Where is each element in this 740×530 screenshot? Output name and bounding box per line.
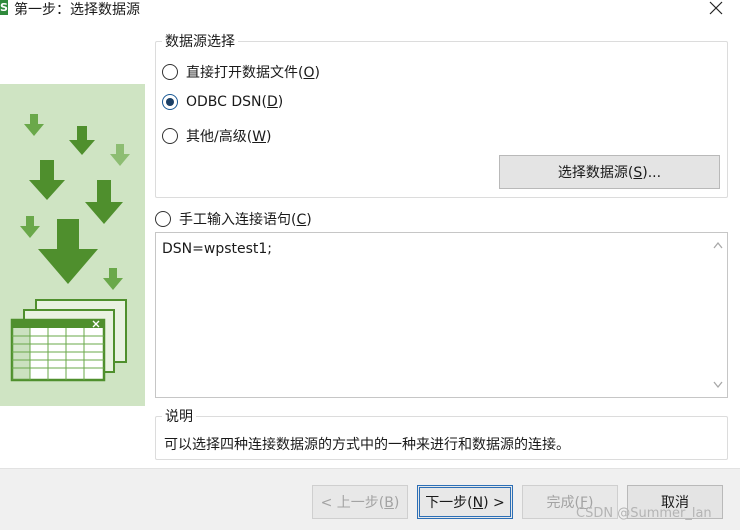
window-title: 第一步：选择数据源 [14, 2, 140, 18]
connection-string-textarea[interactable]: DSN=wpstest1; [155, 232, 728, 398]
radio-odbc-dsn[interactable]: ODBC DSN(D) [162, 94, 283, 110]
watermark: CSDN @Summer_lan [576, 506, 712, 521]
arrow-down-icon [24, 114, 44, 136]
arrow-down-icon [69, 126, 95, 155]
radio-other-advanced-label: 其他/高级(W) [186, 129, 272, 145]
next-button-label: 下一步(N) > [425, 495, 505, 511]
back-button[interactable]: < 上一步(B) [312, 485, 408, 519]
select-datasource-label: 选择数据源(S)... [557, 165, 662, 181]
connection-string-text[interactable]: DSN=wpstest1; [162, 241, 272, 257]
scroll-up-icon[interactable] [713, 241, 723, 249]
spreadsheet-icon [10, 299, 127, 382]
radio-odbc-dsn-label: ODBC DSN(D) [186, 94, 284, 110]
close-button[interactable] [704, 0, 728, 16]
radio-button-odbc-dsn[interactable] [162, 94, 178, 110]
description-groupbox: 说明 可以选择四种连接数据源的方式中的一种来进行和数据源的连接。 [155, 406, 728, 460]
radio-open-file[interactable]: 直接打开数据文件(O) [162, 62, 320, 82]
arrow-down-icon [20, 216, 40, 238]
radio-manual-connection-label: 手工输入连接语句(C) [179, 212, 312, 228]
arrow-down-icon [85, 180, 123, 224]
radio-manual-connection[interactable]: 手工输入连接语句(C) [155, 209, 312, 229]
radio-button-open-file[interactable] [162, 64, 178, 80]
arrow-down-icon [29, 160, 65, 200]
textarea-scrollbar[interactable] [710, 233, 727, 397]
next-button[interactable]: 下一步(N) > [417, 485, 513, 519]
description-legend: 说明 [162, 406, 196, 426]
app-icon: S [0, 0, 8, 15]
radio-button-manual-connection[interactable] [155, 211, 171, 227]
radio-other-advanced[interactable]: 其他/高级(W) [162, 126, 272, 146]
arrow-down-icon [110, 144, 130, 166]
back-button-label: < 上一步(B) [320, 495, 400, 511]
radio-open-file-label: 直接打开数据文件(O) [186, 65, 320, 81]
select-datasource-button[interactable]: 选择数据源(S)... [499, 155, 720, 189]
datasource-group-legend: 数据源选择 [162, 31, 238, 51]
data-import-illustration [0, 84, 145, 406]
description-text: 可以选择四种连接数据源的方式中的一种来进行和数据源的连接。 [164, 437, 570, 453]
close-icon [709, 1, 723, 15]
arrow-down-icon [38, 219, 98, 284]
arrow-down-icon [103, 268, 123, 290]
radio-button-other-advanced[interactable] [162, 128, 178, 144]
scroll-down-icon[interactable] [713, 381, 723, 389]
title-bar: S 第一步：选择数据源 [0, 0, 740, 20]
